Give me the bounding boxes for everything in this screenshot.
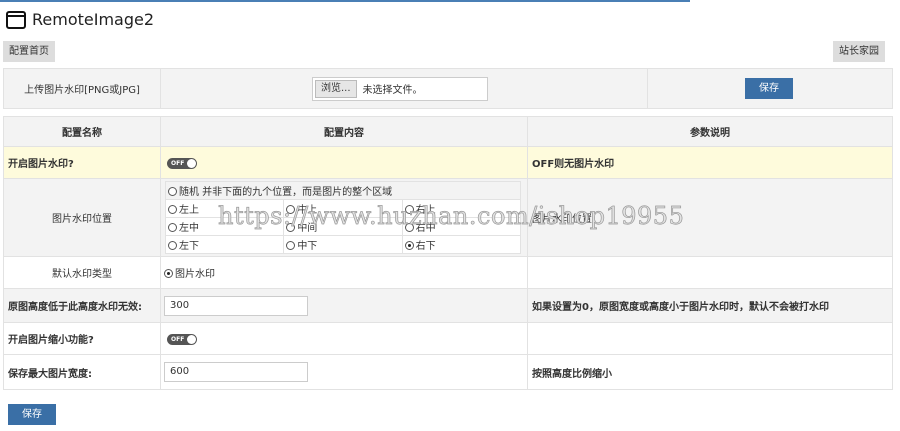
radio-middle-left[interactable]: 左中: [164, 217, 285, 236]
position-grid: 随机 并非下面的九个位置，而是图片的整个区域 左上 中上 右上 左中 中间 右中…: [164, 181, 522, 254]
page-title: RemoteImage2: [6, 10, 154, 29]
row-max-width: 保存最大图片宽度: 600 按照高度比例缩小: [3, 354, 893, 390]
upload-save-button[interactable]: 保存: [745, 78, 793, 99]
row-desc: 图片水印位置: [527, 178, 893, 257]
file-input[interactable]: 浏览... 未选择文件。: [312, 76, 488, 101]
row-min-height: 原图高度低于此高度水印无效: 300 如果设置为0，原图宽度或高度小于图片水印时…: [3, 288, 893, 323]
row-desc: OFF则无图片水印: [527, 146, 893, 179]
save-button[interactable]: 保存: [8, 404, 56, 425]
max-width-input[interactable]: 600: [164, 362, 308, 382]
option-label: 中上: [297, 205, 318, 216]
radio-top-right[interactable]: 右上: [401, 199, 522, 218]
radio-center[interactable]: 中间: [283, 217, 403, 236]
config-home-button[interactable]: 配置首页: [3, 41, 55, 62]
row-desc: 按照高度比例缩小: [527, 354, 893, 390]
radio-icon[interactable]: [168, 187, 177, 196]
row-label: 图片水印位置: [3, 178, 161, 257]
option-label: 左中: [179, 223, 199, 234]
option-label: 随机 并非下面的九个位置，而是图片的整个区域: [179, 187, 393, 198]
browse-button[interactable]: 浏览...: [315, 79, 357, 98]
radio-icon[interactable]: [286, 223, 296, 232]
option-label: 右中: [415, 223, 436, 234]
row-type: 默认水印类型 图片水印: [3, 256, 893, 289]
shrink-toggle[interactable]: OFF: [167, 333, 197, 345]
upload-row: 上传图片水印[PNG或JPG] 浏览... 未选择文件。 保存: [3, 68, 893, 109]
option-label: 右下: [415, 241, 436, 252]
radio-icon[interactable]: [404, 223, 414, 232]
site-home-button[interactable]: 站长家园: [833, 41, 885, 62]
radio-icon[interactable]: [286, 205, 296, 214]
row-watermark-on: 开启图片水印? OFF OFF则无图片水印: [3, 146, 893, 179]
header-content: 配置内容: [160, 116, 528, 147]
radio-icon[interactable]: [286, 241, 296, 250]
option-label: 右上: [415, 205, 436, 216]
radio-icon[interactable]: [168, 241, 177, 250]
radio-icon[interactable]: [404, 205, 414, 214]
row-desc: 如果设置为0，原图宽度或高度小于图片水印时，默认不会被打水印: [527, 288, 893, 323]
row-label: 开启图片缩小功能?: [3, 322, 161, 355]
row-shrink: 开启图片缩小功能? OFF: [3, 322, 893, 355]
option-label: 左下: [179, 241, 199, 252]
radio-middle-right[interactable]: 右中: [401, 217, 522, 236]
option-label: 中间: [297, 223, 318, 234]
header-desc: 参数说明: [527, 116, 893, 147]
radio-icon[interactable]: [168, 223, 177, 232]
option-label: 中下: [297, 241, 318, 252]
radio-selected-icon[interactable]: [164, 269, 173, 278]
row-label: 开启图片水印?: [3, 146, 161, 179]
radio-icon[interactable]: [168, 205, 177, 214]
radio-top-center[interactable]: 中上: [283, 199, 403, 218]
radio-image-watermark[interactable]: 图片水印: [160, 256, 528, 289]
window-icon: [6, 10, 26, 29]
radio-random[interactable]: 随机 并非下面的九个位置，而是图片的整个区域: [165, 181, 521, 200]
option-label: 左上: [179, 205, 199, 216]
watermark-toggle[interactable]: OFF: [167, 157, 197, 169]
row-label: 原图高度低于此高度水印无效:: [3, 288, 161, 323]
top-accent-line: [0, 0, 690, 2]
min-height-input[interactable]: 300: [164, 295, 308, 316]
row-label: 默认水印类型: [3, 256, 161, 289]
header-name: 配置名称: [3, 116, 161, 147]
radio-bottom-left[interactable]: 左下: [164, 235, 285, 254]
row-label: 保存最大图片宽度:: [3, 354, 161, 390]
radio-selected-icon[interactable]: [404, 241, 414, 250]
radio-bottom-center[interactable]: 中下: [283, 235, 403, 254]
config-table: 配置名称 配置内容 参数说明 开启图片水印? OFF OFF则无图片水印 图片水…: [3, 116, 893, 390]
radio-top-left[interactable]: 左上: [164, 199, 285, 218]
file-status: 未选择文件。: [362, 85, 423, 96]
row-position: 图片水印位置 随机 并非下面的九个位置，而是图片的整个区域 左上 中上 右上 左…: [3, 178, 893, 257]
option-label: 图片水印: [175, 269, 215, 280]
upload-label: 上传图片水印[PNG或JPG]: [4, 69, 161, 108]
radio-bottom-right[interactable]: 右下: [401, 235, 522, 254]
title-text: RemoteImage2: [32, 10, 155, 29]
